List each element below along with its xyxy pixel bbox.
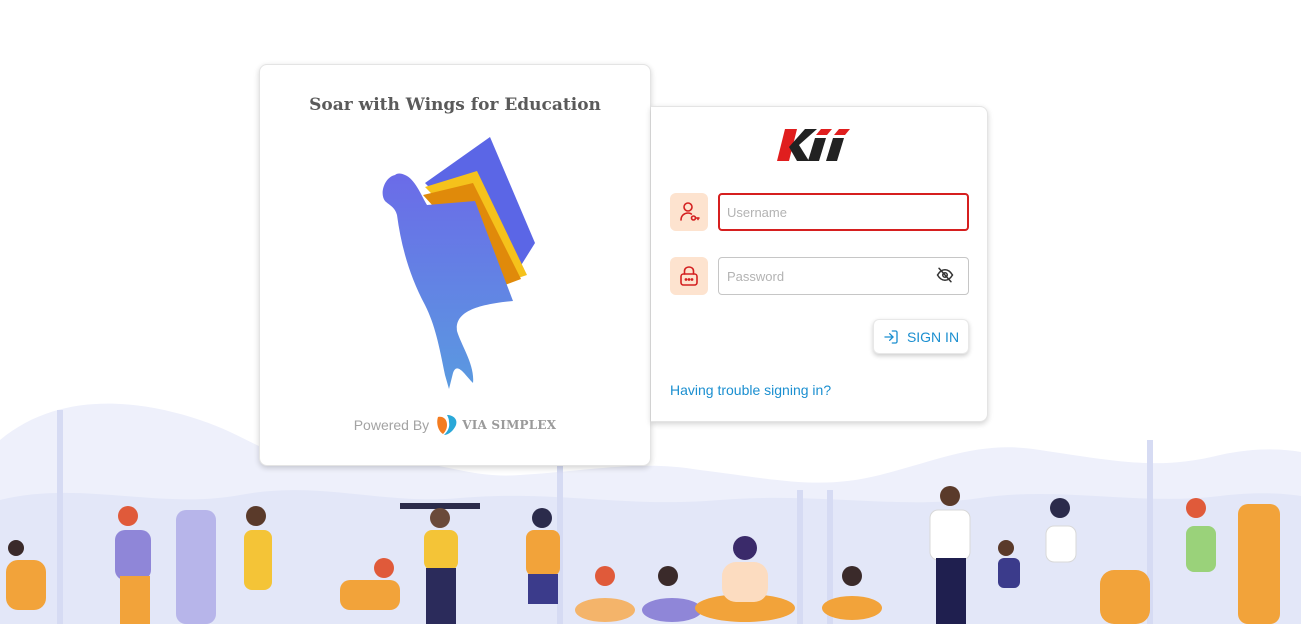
password-input[interactable]: [718, 257, 969, 295]
trouble-signing-in-link[interactable]: Having trouble signing in?: [670, 382, 831, 398]
via-simplex-brand: VIA SIMPLEX: [462, 418, 557, 432]
tagline: Soar with Wings for Education: [309, 95, 601, 115]
branding-card: Soar with Wings for Education Powered By…: [259, 64, 651, 466]
login-arrow-icon: [884, 329, 898, 344]
via-simplex-logo: VIA SIMPLEX: [435, 413, 556, 437]
user-key-icon: [670, 193, 708, 231]
sign-in-label: SIGN IN: [906, 328, 960, 345]
username-input[interactable]: [718, 193, 969, 231]
via-simplex-icon: [437, 415, 457, 435]
lock-icon: [670, 257, 708, 295]
powered-by-label: Powered By: [353, 417, 430, 433]
powered-by: Powered By VIA SIMPLEX: [260, 413, 650, 437]
login-card: SIGN IN Having trouble signing in?: [651, 106, 988, 422]
wings-education-logo: [382, 137, 535, 389]
sign-in-button[interactable]: SIGN IN: [873, 319, 969, 354]
kii-logo: [777, 129, 850, 161]
eye-off-icon[interactable]: [935, 265, 955, 285]
